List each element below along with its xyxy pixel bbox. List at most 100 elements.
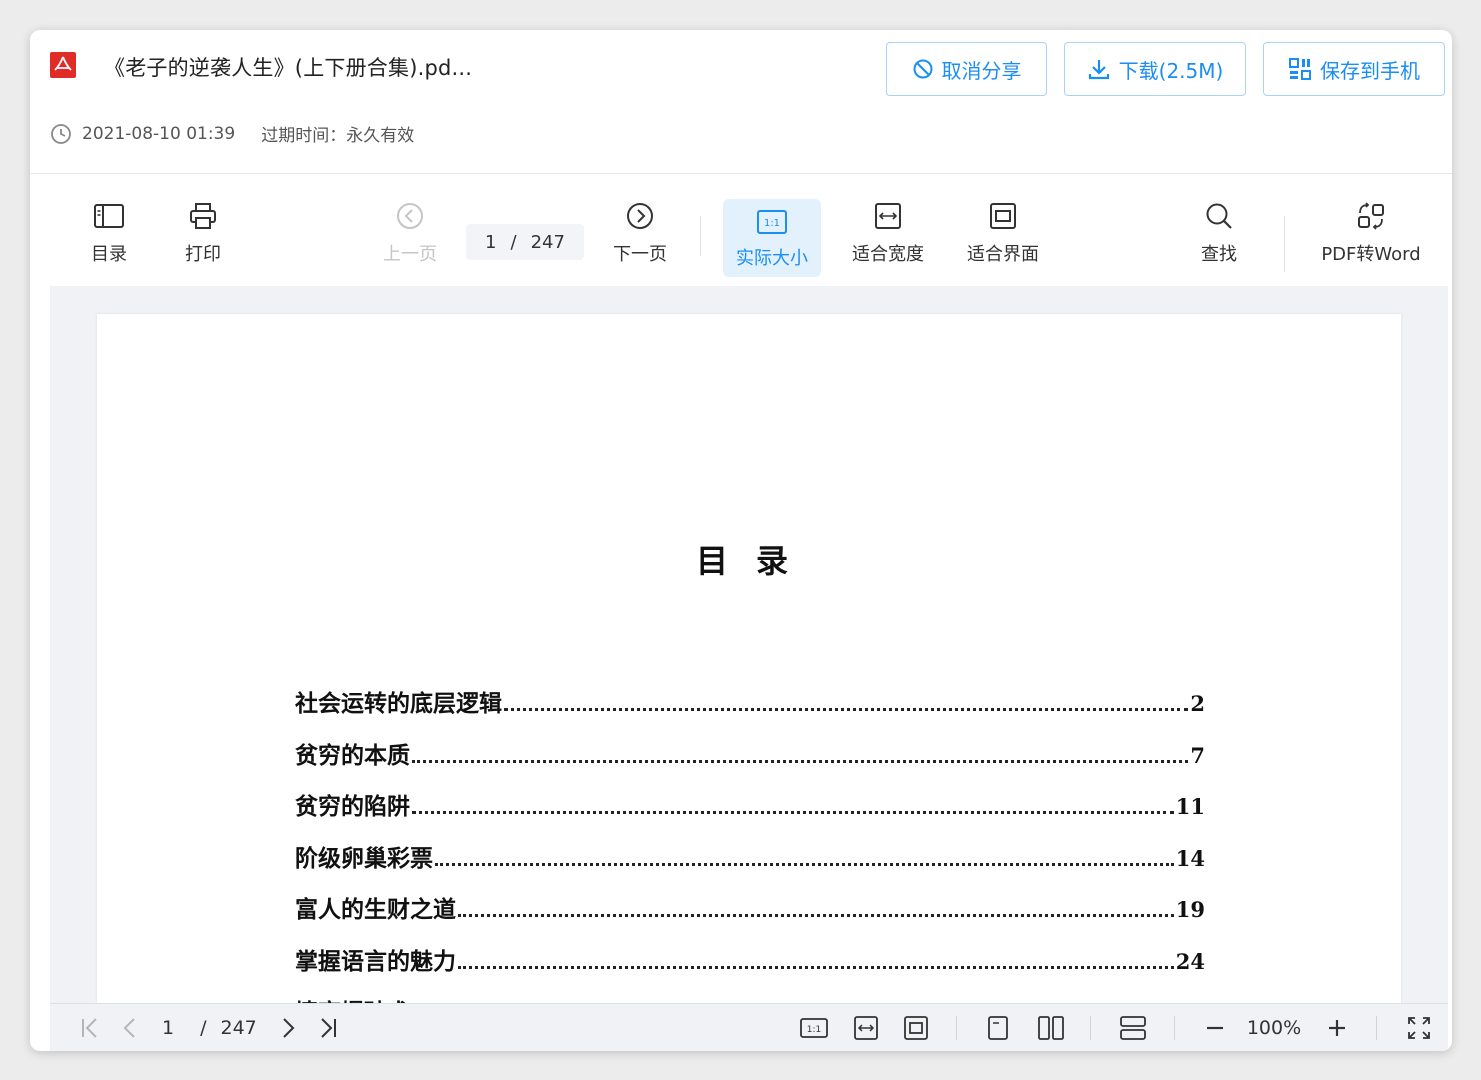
search-button[interactable]: 查找 [1198,200,1240,276]
fit-screen-label: 适合界面 [967,244,1039,265]
continuous-scroll-icon [1120,1016,1146,1040]
ban-icon [913,59,932,79]
zoom-in-button[interactable] [1322,1004,1352,1051]
printer-icon [190,203,216,229]
toc-entry: 富人的生财之道 19 [295,890,1205,942]
next-page-label: 下一页 [613,244,667,265]
search-label: 查找 [1201,244,1237,265]
toc-leader [458,914,1174,917]
upload-date: 2021-08-10 01:39 [82,123,236,144]
convert-icon [1358,202,1384,230]
cancel-share-label: 取消分享 [941,58,1022,83]
toc-entry-label: 社会运转的底层逻辑 [295,690,502,717]
total-pages: 247 [530,231,565,253]
pdf-to-word-button[interactable]: PDF转Word [1317,200,1425,276]
toc-entry: 掌握语言的魅力 24 [295,942,1205,994]
page-separator: / [510,231,517,253]
expiry-text: 过期时间：永久有效 [261,126,415,146]
save-to-phone-button[interactable]: 保存到手机 [1263,42,1445,96]
continuous-scroll-button[interactable] [1116,1004,1150,1051]
toc-entry-page: 2 [1190,691,1205,716]
svg-text:1:1: 1:1 [764,218,780,229]
toc-button[interactable]: 目录 [88,200,130,276]
chevron-right-icon [283,1018,295,1038]
fit-screen-icon [990,203,1016,229]
file-meta: 2021-08-10 01:39 过期时间：永久有效 [50,121,414,146]
qrcode-icon [1289,58,1311,80]
pdf-to-word-label: PDF转Word [1321,244,1421,265]
toc-leader [435,862,1174,866]
fit-width-icon [875,203,901,229]
bottom-divider [1376,1016,1377,1040]
toc-entry-label: 富人的生财之道 [295,896,456,923]
actual-size-button-bottom[interactable]: 1:1 [798,1004,830,1051]
fit-width-button[interactable]: 适合宽度 [848,200,928,276]
double-page-view-button[interactable] [1034,1004,1068,1051]
page-indicator-bottom[interactable]: 1 / 247 [162,1004,262,1051]
next-page-button[interactable]: 下一页 [610,200,670,276]
double-page-icon [1038,1016,1064,1040]
total-pages-bottom: 247 [220,1017,257,1039]
print-button[interactable]: 打印 [182,200,224,276]
zoom-out-button[interactable] [1200,1004,1230,1051]
toc-leader [412,759,1189,763]
current-page-bottom: 1 [162,1017,175,1039]
document-viewer[interactable]: 目录 社会运转的底层逻辑 2 贫穷的本质 7 贫穷的陷阱 11 阶级卵巢彩票 14 富人… [50,286,1448,1003]
prev-page-button-bottom[interactable] [116,1004,144,1051]
toc-entry-page: 24 [1175,948,1205,974]
page-separator-bottom: / [200,1017,207,1039]
actual-size-icon: 1:1 [800,1018,828,1038]
download-label: 下载(2.5M) [1118,58,1224,83]
next-page-button-bottom[interactable] [274,1004,302,1051]
toc-entry-label: 情商爆破术 [295,993,410,1003]
prev-page-button[interactable]: 上一页 [380,200,440,276]
chevron-left-circle-icon [397,203,423,229]
pdf-toolbar: 目录 打印 上一页 1 / 247 下一页 1:1 实际大小 适合宽度 适合界面… [30,174,1452,286]
chevron-right-circle-icon [627,203,653,229]
toc-entry-label: 贫穷的陷阱 [295,793,410,820]
fit-screen-button-bottom[interactable] [900,1004,932,1051]
fullscreen-button[interactable] [1402,1004,1436,1051]
zoom-level[interactable]: 100% [1242,1004,1306,1051]
fit-screen-icon [904,1016,928,1040]
toc-entry-label: 贫穷的本质 [295,741,410,769]
fit-width-button-bottom[interactable] [850,1004,882,1051]
toc-list: 社会运转的底层逻辑 2 贫穷的本质 7 贫穷的陷阱 11 阶级卵巢彩票 14 富人的生财… [295,684,1205,1003]
download-icon [1088,60,1109,80]
header: 《老子的逆袭人生》(上下册合集).pd... 取消分享 下载(2.5M) 保存到… [30,30,1452,174]
last-page-button[interactable] [314,1004,342,1051]
plus-icon [1329,1020,1345,1036]
chevron-left-icon [123,1018,135,1038]
file-title: 《老子的逆袭人生》(上下册合集).pd... [104,56,473,80]
print-label: 打印 [185,244,221,265]
bottom-divider [956,1016,957,1040]
toc-entry-label: 阶级卵巢彩票 [295,844,433,872]
single-page-icon [988,1016,1008,1040]
download-button[interactable]: 下载(2.5M) [1064,42,1246,96]
actual-size-button[interactable]: 1:1 实际大小 [723,199,821,277]
last-page-icon [321,1018,336,1038]
toc-entry-page: 14 [1175,845,1205,871]
toc-leader [504,708,1189,711]
cancel-share-button[interactable]: 取消分享 [886,42,1047,96]
fit-width-icon [854,1016,878,1040]
bottom-divider [1090,1016,1091,1040]
toc-entry: 贫穷的本质 7 [295,736,1205,788]
pdf-page: 目录 社会运转的底层逻辑 2 贫穷的本质 7 贫穷的陷阱 11 阶级卵巢彩票 14 富人… [97,314,1401,1003]
toc-entry: 情商爆破术31 [295,993,1205,1003]
pdf-file-icon [50,52,76,78]
clock-icon [51,123,71,144]
toc-leader [412,811,1174,814]
toolbar-divider [700,216,701,256]
save-to-phone-label: 保存到手机 [1320,58,1420,83]
toc-entry: 贫穷的陷阱 11 [295,787,1205,839]
single-page-view-button[interactable] [982,1004,1014,1051]
fit-width-label: 适合宽度 [852,244,924,265]
bottom-navigation-bar: 1 / 247 1:1 100% [50,1003,1448,1051]
fit-screen-button[interactable]: 适合界面 [963,200,1043,276]
toc-entry-page: 19 [1175,897,1205,922]
first-page-button[interactable] [76,1004,104,1051]
svg-text:1:1: 1:1 [807,1025,821,1035]
page-number-input[interactable]: 1 / 247 [466,224,584,260]
toc-entry: 社会运转的底层逻辑 2 [295,684,1205,736]
